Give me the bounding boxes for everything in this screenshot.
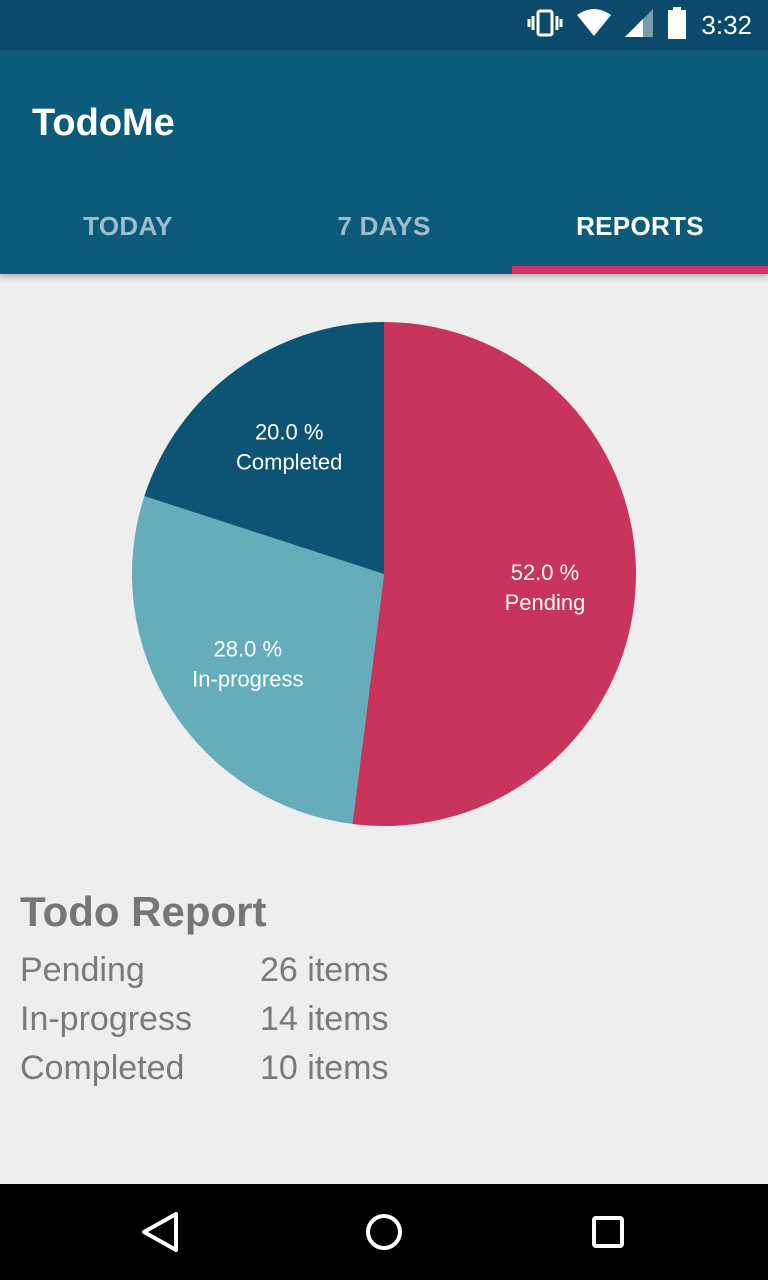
- report-value: 14 items: [260, 1000, 389, 1038]
- vibrate-icon: [527, 8, 563, 43]
- tab-label: REPORTS: [576, 210, 704, 241]
- todo-report: Todo Report Pending 26 items In-progress…: [20, 888, 389, 1093]
- slice-percent-label: 52.0 %: [511, 560, 580, 585]
- cell-signal-icon: [625, 8, 654, 42]
- report-value: 10 items: [260, 1049, 389, 1087]
- back-icon: [142, 1212, 178, 1252]
- tab-label: TODAY: [83, 210, 173, 241]
- home-button[interactable]: [358, 1206, 410, 1258]
- navigation-bar: [0, 1184, 768, 1280]
- tab-reports[interactable]: REPORTS: [512, 178, 768, 274]
- recents-button[interactable]: [582, 1206, 634, 1258]
- tab-7-days[interactable]: 7 DAYS: [256, 178, 512, 274]
- home-icon: [366, 1214, 402, 1250]
- battery-icon: [667, 6, 687, 44]
- report-label: Completed: [20, 1049, 185, 1087]
- report-label: Pending: [20, 951, 145, 989]
- tab-bar: TODAY 7 DAYS REPORTS: [0, 178, 768, 274]
- pie-chart: 52.0 % Pending 28.0 % In-progress 20.0 % Comp…: [131, 322, 636, 826]
- status-bar: 3:32: [0, 0, 768, 50]
- slice-name-label: In-progress: [192, 666, 303, 691]
- app-title: TodoMe: [32, 102, 175, 144]
- slice-name-label: Pending: [505, 590, 586, 615]
- recents-icon: [592, 1216, 624, 1248]
- slice-name-label: Completed: [236, 450, 342, 475]
- report-label: In-progress: [20, 1000, 192, 1038]
- tab-label: 7 DAYS: [337, 210, 431, 241]
- pie-slice-pending[interactable]: [352, 322, 636, 826]
- report-row-completed: Completed 10 items: [20, 1044, 389, 1093]
- wifi-icon: [577, 8, 612, 42]
- status-icons: 3:32: [527, 0, 752, 50]
- app-bar: TodoMe TODAY 7 DAYS REPORTS: [0, 50, 768, 274]
- report-row-in-progress: In-progress 14 items: [20, 995, 389, 1044]
- report-row-pending: Pending 26 items: [20, 946, 389, 995]
- tab-today[interactable]: TODAY: [0, 178, 256, 274]
- report-title: Todo Report: [20, 888, 267, 935]
- pie-chart-container: 52.0 % Pending 28.0 % In-progress 20.0 % Comp…: [0, 274, 768, 874]
- status-time: 3:32: [701, 9, 752, 40]
- slice-percent-label: 28.0 %: [214, 636, 283, 661]
- back-button[interactable]: [134, 1206, 186, 1258]
- report-value: 26 items: [260, 951, 389, 989]
- slice-percent-label: 20.0 %: [255, 420, 324, 445]
